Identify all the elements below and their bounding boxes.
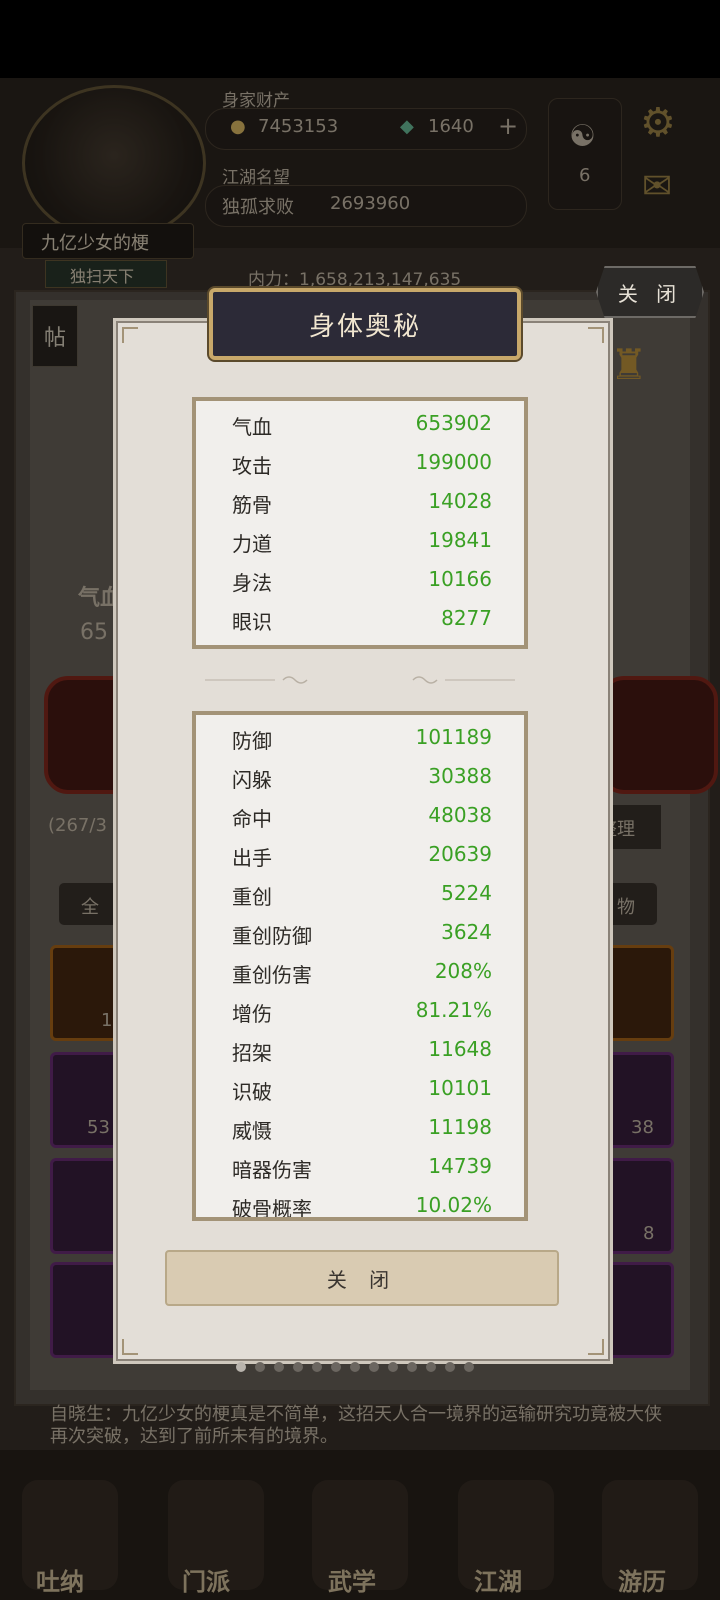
stat-value: 199000 xyxy=(415,450,492,474)
basic-stats-panel: 气血 653902 攻击 199000 筋骨 14028 力道 19841 身法 10166 眼识 8… xyxy=(192,397,528,649)
stat-name: 筋骨 xyxy=(232,493,272,517)
page-dot[interactable] xyxy=(407,1362,417,1372)
stat-name: 攻击 xyxy=(232,454,272,478)
ornament-corner xyxy=(122,1339,138,1355)
stat-row: 筋骨 14028 xyxy=(232,489,492,519)
stat-row: 识破 10101 xyxy=(232,1076,492,1106)
page-dot[interactable] xyxy=(312,1362,322,1372)
advanced-stats-panel[interactable]: 防御 101189 闪躲 30388 命中 48038 出手 20639 重创 5224 重创防御 3… xyxy=(192,711,528,1221)
stat-row: 命中 48038 xyxy=(232,803,492,833)
stat-name: 眼识 xyxy=(232,610,272,634)
stat-row: 闪躲 30388 xyxy=(232,764,492,794)
stat-row: 防御 101189 xyxy=(232,725,492,755)
stat-value: 101189 xyxy=(415,725,492,749)
stat-value: 19841 xyxy=(428,528,492,552)
stat-row: 出手 20639 xyxy=(232,842,492,872)
page-dot[interactable] xyxy=(236,1362,246,1372)
stat-name: 招架 xyxy=(232,1041,272,1065)
stat-value: 10.02% xyxy=(415,1193,492,1217)
page-dot[interactable] xyxy=(255,1362,265,1372)
stat-row: 身法 10166 xyxy=(232,567,492,597)
stat-value: 20639 xyxy=(428,842,492,866)
stat-value: 10166 xyxy=(428,567,492,591)
page-dot[interactable] xyxy=(388,1362,398,1372)
close-dialog-button[interactable]: 关 闭 xyxy=(165,1250,559,1306)
page-dot[interactable] xyxy=(464,1362,474,1372)
stat-name: 出手 xyxy=(232,846,272,870)
stat-value: 81.21% xyxy=(415,998,492,1022)
stat-row: 重创 5224 xyxy=(232,881,492,911)
stat-name: 破骨概率 xyxy=(232,1197,312,1221)
stat-value: 11648 xyxy=(428,1037,492,1061)
stat-row: 威慑 11198 xyxy=(232,1115,492,1145)
stat-name: 气血 xyxy=(232,415,272,439)
stat-name: 命中 xyxy=(232,807,272,831)
stat-value: 5224 xyxy=(441,881,492,905)
stat-value: 14739 xyxy=(428,1154,492,1178)
ornament-corner xyxy=(122,327,138,343)
stat-name: 重创伤害 xyxy=(232,963,312,987)
stat-value: 3624 xyxy=(441,920,492,944)
stat-row: 增伤 81.21% xyxy=(232,998,492,1028)
stat-row: 攻击 199000 xyxy=(232,450,492,480)
stat-value: 11198 xyxy=(428,1115,492,1139)
stat-name: 防御 xyxy=(232,729,272,753)
stat-name: 身法 xyxy=(232,571,272,595)
ornament-corner xyxy=(588,1339,604,1355)
page-dot[interactable] xyxy=(350,1362,360,1372)
section-divider xyxy=(205,676,515,684)
stat-row: 眼识 8277 xyxy=(232,606,492,636)
top-close-button[interactable]: 关 闭 xyxy=(596,266,704,318)
stat-value: 48038 xyxy=(428,803,492,827)
stat-name: 威慑 xyxy=(232,1119,272,1143)
page-dot[interactable] xyxy=(426,1362,436,1372)
stat-row: 招架 11648 xyxy=(232,1037,492,1067)
dialog-title: 身体奥秘 xyxy=(209,288,521,360)
stat-row: 暗器伤害 14739 xyxy=(232,1154,492,1184)
stat-value: 14028 xyxy=(428,489,492,513)
page-dot[interactable] xyxy=(274,1362,284,1372)
stat-name: 识破 xyxy=(232,1080,272,1104)
ornament-corner xyxy=(588,327,604,343)
stat-name: 暗器伤害 xyxy=(232,1158,312,1182)
stat-name: 闪躲 xyxy=(232,768,272,792)
stat-value: 208% xyxy=(434,959,492,983)
stat-value: 8277 xyxy=(441,606,492,630)
stat-value: 30388 xyxy=(428,764,492,788)
page-dot[interactable] xyxy=(369,1362,379,1372)
page-indicator xyxy=(236,1362,486,1374)
stat-name: 重创 xyxy=(232,885,272,909)
status-bar xyxy=(0,0,720,78)
page-dot[interactable] xyxy=(445,1362,455,1372)
stat-row: 重创伤害 208% xyxy=(232,959,492,989)
stat-name: 重创防御 xyxy=(232,924,312,948)
stat-row: 破骨概率 10.02% xyxy=(232,1193,492,1221)
page-dot[interactable] xyxy=(331,1362,341,1372)
stat-row: 重创防御 3624 xyxy=(232,920,492,950)
stat-row: 气血 653902 xyxy=(232,411,492,441)
stat-name: 力道 xyxy=(232,532,272,556)
stat-value: 10101 xyxy=(428,1076,492,1100)
stat-value: 653902 xyxy=(415,411,492,435)
stat-name: 增伤 xyxy=(232,1002,272,1026)
stat-row: 力道 19841 xyxy=(232,528,492,558)
page-dot[interactable] xyxy=(293,1362,303,1372)
